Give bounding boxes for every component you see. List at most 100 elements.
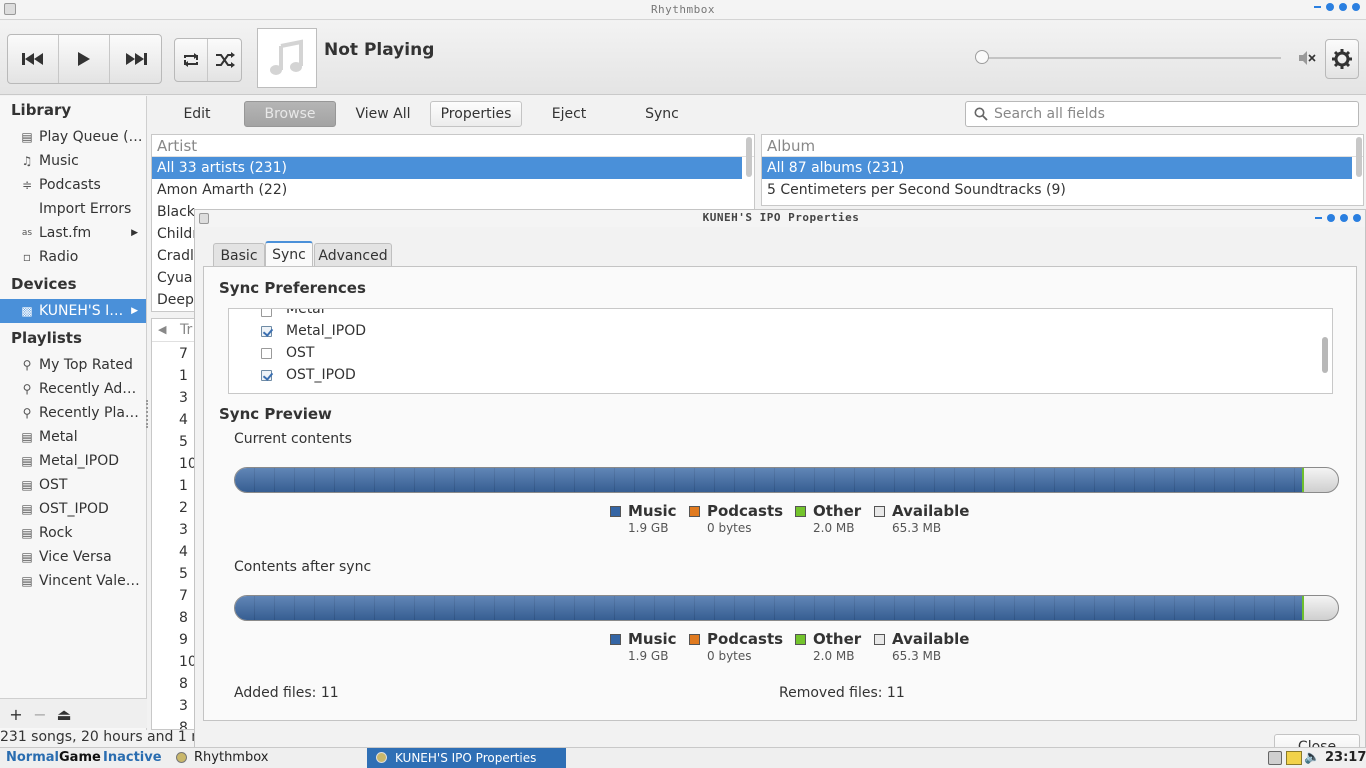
- sidebar-item-ost-ipod[interactable]: ▤ OST_IPOD: [0, 497, 146, 521]
- maximize-button[interactable]: [1326, 3, 1334, 11]
- track-number[interactable]: 2: [179, 500, 188, 516]
- sync-checkbox-metal-ipod[interactable]: [261, 326, 272, 337]
- sync-checkbox-ost-ipod[interactable]: [261, 370, 272, 381]
- previous-button[interactable]: [8, 35, 59, 83]
- album-row[interactable]: 5 Centimeters per Second Soundtracks (9): [762, 179, 1363, 201]
- sidebar-item-vincent-valentine[interactable]: ▤ Vincent Vale…: [0, 569, 146, 593]
- sidebar-item-metal[interactable]: ▤ Metal: [0, 425, 146, 449]
- track-number[interactable]: 1: [179, 368, 188, 384]
- album-column-header[interactable]: Album: [762, 135, 1363, 157]
- search-icon: ⚲: [22, 358, 32, 372]
- seek-slider[interactable]: [981, 57, 1281, 59]
- dialog-close-button[interactable]: [1353, 214, 1361, 222]
- add-playlist-button[interactable]: +: [5, 703, 27, 725]
- next-button[interactable]: [110, 35, 161, 83]
- task-rhythmbox[interactable]: Rhythmbox: [194, 750, 268, 765]
- lastfm-icon: as: [21, 228, 33, 238]
- shuffle-button[interactable]: [208, 39, 241, 81]
- close-button[interactable]: [1352, 3, 1360, 11]
- pane-resize-handle[interactable]: [146, 400, 150, 428]
- eject-button[interactable]: Eject: [538, 101, 600, 127]
- track-number[interactable]: 5: [179, 434, 188, 450]
- properties-button[interactable]: Properties: [430, 101, 522, 127]
- track-number[interactable]: 4: [179, 544, 188, 560]
- sidebar-item-import-errors[interactable]: Import Errors: [0, 197, 146, 221]
- added-files-label: Added files: 11: [234, 685, 339, 701]
- sidebar-item-metal-ipod[interactable]: ▤ Metal_IPOD: [0, 449, 146, 473]
- track-number[interactable]: 3: [179, 522, 188, 538]
- eject-icon[interactable]: ⏏: [53, 703, 75, 725]
- sidebar-item-play-queue[interactable]: ▤ Play Queue (…: [0, 125, 146, 149]
- track-number[interactable]: 5: [179, 566, 188, 582]
- sidebar-item-recently-added[interactable]: ⚲ Recently Ad…: [0, 377, 146, 401]
- sidebar-item-music[interactable]: ♫ Music: [0, 149, 146, 173]
- view-all-button[interactable]: View All: [348, 101, 418, 127]
- sidebar-item-radio[interactable]: ▫ Radio: [0, 245, 146, 269]
- mode-game[interactable]: Game: [59, 750, 101, 765]
- track-number[interactable]: 1: [179, 478, 188, 494]
- volume-icon[interactable]: 🔈: [1304, 750, 1320, 765]
- mode-normal[interactable]: Normal: [6, 750, 59, 765]
- search-input[interactable]: Search all fields: [965, 101, 1359, 127]
- artist-scrollbar[interactable]: [746, 137, 752, 177]
- track-number[interactable]: 7: [179, 588, 188, 604]
- sync-list-scrollbar[interactable]: [1322, 337, 1328, 373]
- sidebar-item-ost[interactable]: ▤ OST: [0, 473, 146, 497]
- remove-playlist-button[interactable]: −: [29, 703, 51, 725]
- track-number[interactable]: 3: [179, 390, 188, 406]
- sidebar-item-label: Vincent Vale…: [39, 573, 140, 589]
- tray-icon[interactable]: [1286, 751, 1302, 765]
- sidebar-item-rock[interactable]: ▤ Rock: [0, 521, 146, 545]
- edit-button[interactable]: Edit: [170, 101, 224, 127]
- volume-muted-icon[interactable]: [1298, 49, 1316, 67]
- ipod-icon: ▩: [21, 304, 33, 318]
- album-browser: Album All 87 albums (231) 5 Centimeters …: [761, 134, 1364, 206]
- minimize-button[interactable]: [1314, 6, 1321, 8]
- expand-arrow-icon[interactable]: ▶: [131, 228, 138, 238]
- dialog-minimize-button[interactable]: [1315, 217, 1322, 219]
- artist-column-header[interactable]: Artist: [152, 135, 754, 157]
- sync-button[interactable]: Sync: [632, 101, 692, 127]
- album-scrollbar[interactable]: [1356, 137, 1362, 177]
- close-dialog-button[interactable]: Close: [1274, 734, 1360, 747]
- sidebar-item-label: Recently Pla…: [39, 405, 139, 421]
- track-number[interactable]: 8: [179, 610, 188, 626]
- tab-sync[interactable]: Sync: [265, 241, 313, 267]
- tab-basic[interactable]: Basic: [213, 243, 265, 267]
- browse-toggle[interactable]: Browse: [244, 101, 336, 127]
- track-number[interactable]: 3: [179, 698, 188, 714]
- track-number[interactable]: 8: [179, 676, 188, 692]
- dialog-maximize-button[interactable]: [1327, 214, 1335, 222]
- app-menu-button[interactable]: [1325, 39, 1359, 79]
- sidebar-item-podcasts[interactable]: ≑ Podcasts: [0, 173, 146, 197]
- album-row[interactable]: All 87 albums (231): [762, 157, 1352, 179]
- dialog-titlebar: KUNEH'S IPO Properties: [195, 210, 1365, 227]
- artist-row[interactable]: All 33 artists (231): [152, 157, 742, 179]
- seek-handle[interactable]: [975, 50, 989, 64]
- track-number[interactable]: 7: [179, 346, 188, 362]
- source-sidebar: Library ▤ Play Queue (… ♫ Music ≑ Podcasts …: [0, 96, 147, 730]
- track-number[interactable]: 9: [179, 632, 188, 648]
- sync-checkbox-metal[interactable]: [261, 309, 272, 317]
- other-usage-fill: [1302, 596, 1304, 620]
- tray-icon[interactable]: [1268, 751, 1282, 765]
- artist-row[interactable]: Amon Amarth (22): [152, 179, 754, 201]
- track-number[interactable]: 4: [179, 412, 188, 428]
- track-column-header[interactable]: Tr: [180, 322, 192, 338]
- mode-inactive[interactable]: Inactive: [103, 750, 162, 765]
- restore-button[interactable]: [1339, 3, 1347, 11]
- sidebar-item-my-top-rated[interactable]: ⚲ My Top Rated: [0, 353, 146, 377]
- sync-item-label: OST: [286, 345, 315, 361]
- sidebar-item-lastfm[interactable]: as Last.fm ▶: [0, 221, 146, 245]
- sidebar-item-ipod[interactable]: ▩ KUNEH'S I… ▶: [0, 299, 146, 323]
- sync-checkbox-ost[interactable]: [261, 348, 272, 359]
- shuffle-icon: [215, 52, 235, 68]
- sidebar-item-recently-played[interactable]: ⚲ Recently Pla…: [0, 401, 146, 425]
- expand-arrow-icon[interactable]: ▶: [131, 306, 138, 316]
- dialog-restore-button[interactable]: [1340, 214, 1348, 222]
- repeat-button[interactable]: [175, 39, 208, 81]
- play-button[interactable]: [59, 35, 110, 83]
- tab-advanced[interactable]: Advanced: [314, 243, 392, 267]
- sidebar-item-vice-versa[interactable]: ▤ Vice Versa: [0, 545, 146, 569]
- task-properties-label: KUNEH'S IPO Properties: [395, 751, 537, 765]
